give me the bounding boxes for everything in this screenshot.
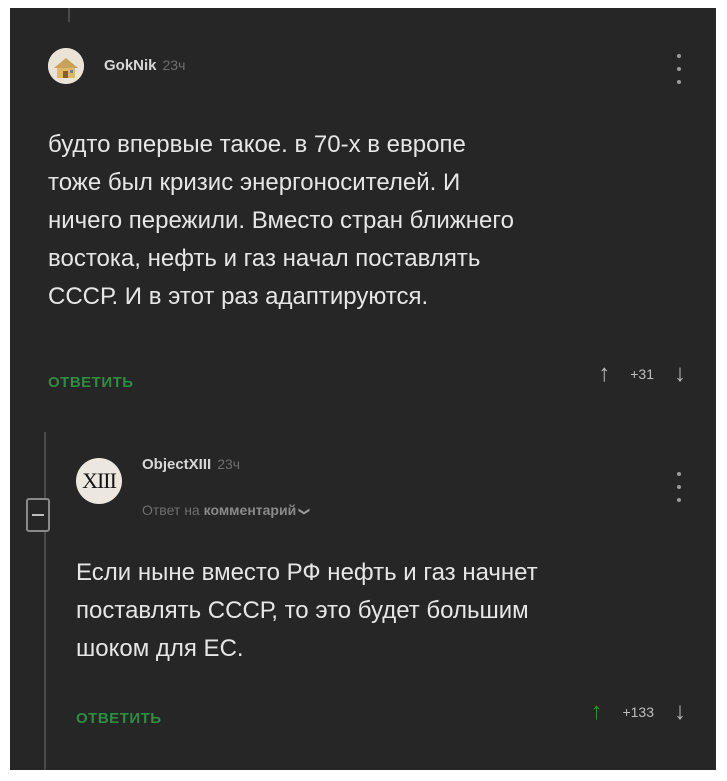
more-vertical-icon-dot bbox=[677, 498, 681, 502]
arrow-down-icon[interactable]: ↓ bbox=[674, 700, 686, 724]
avatar[interactable]: XIII bbox=[76, 458, 122, 504]
reply-button[interactable]: ОТВЕТИТЬ bbox=[48, 374, 134, 391]
vote-controls: ↑ +133 ↓ bbox=[590, 700, 686, 724]
comments-panel: GokNik 23ч будто впервые такое. в 70-х в … bbox=[10, 8, 716, 770]
comment-time: 23ч bbox=[162, 57, 186, 73]
reply-to-target: комментарий bbox=[203, 502, 297, 518]
more-vertical-icon bbox=[677, 472, 681, 476]
chevron-down-icon: ❯ bbox=[298, 506, 311, 517]
more-vertical-icon bbox=[677, 54, 681, 58]
comment-text: Если ныне вместо РФ нефть и газ начнет п… bbox=[76, 559, 538, 662]
author-name[interactable]: GokNik bbox=[104, 57, 157, 74]
arrow-up-icon[interactable]: ↑ bbox=[590, 700, 602, 724]
reply-button[interactable]: ОТВЕТИТЬ bbox=[76, 710, 162, 727]
comment-time: 23ч bbox=[217, 456, 241, 472]
arrow-down-icon[interactable]: ↓ bbox=[674, 362, 686, 386]
vote-score: +133 bbox=[622, 704, 654, 720]
more-options-button[interactable] bbox=[674, 54, 684, 84]
thread-branch-line bbox=[44, 432, 46, 770]
thread-line bbox=[68, 8, 70, 22]
comment-header: GokNik 23ч bbox=[104, 57, 185, 75]
collapse-thread-button[interactable] bbox=[26, 498, 50, 532]
more-vertical-icon-dot bbox=[677, 485, 681, 489]
comment-text: будто впервые такое. в 70-х в европе тож… bbox=[48, 131, 514, 310]
avatar[interactable] bbox=[48, 48, 84, 84]
more-vertical-icon-dot bbox=[677, 67, 681, 71]
reply-to-link[interactable]: Ответ на комментарий ❯ bbox=[142, 502, 311, 518]
reply-to-prefix: Ответ на bbox=[142, 502, 200, 518]
more-options-button[interactable] bbox=[674, 472, 684, 502]
collapse-minus-icon bbox=[32, 514, 44, 516]
more-vertical-icon-dot bbox=[677, 80, 681, 84]
avatar-text: XIII bbox=[82, 468, 117, 493]
comment-header: ObjectXIII 23ч bbox=[142, 456, 240, 474]
house-icon bbox=[48, 48, 84, 84]
author-name[interactable]: ObjectXIII bbox=[142, 456, 211, 473]
vote-controls: ↑ +31 ↓ bbox=[598, 362, 686, 386]
vote-score: +31 bbox=[630, 366, 654, 382]
arrow-up-icon[interactable]: ↑ bbox=[598, 362, 610, 386]
